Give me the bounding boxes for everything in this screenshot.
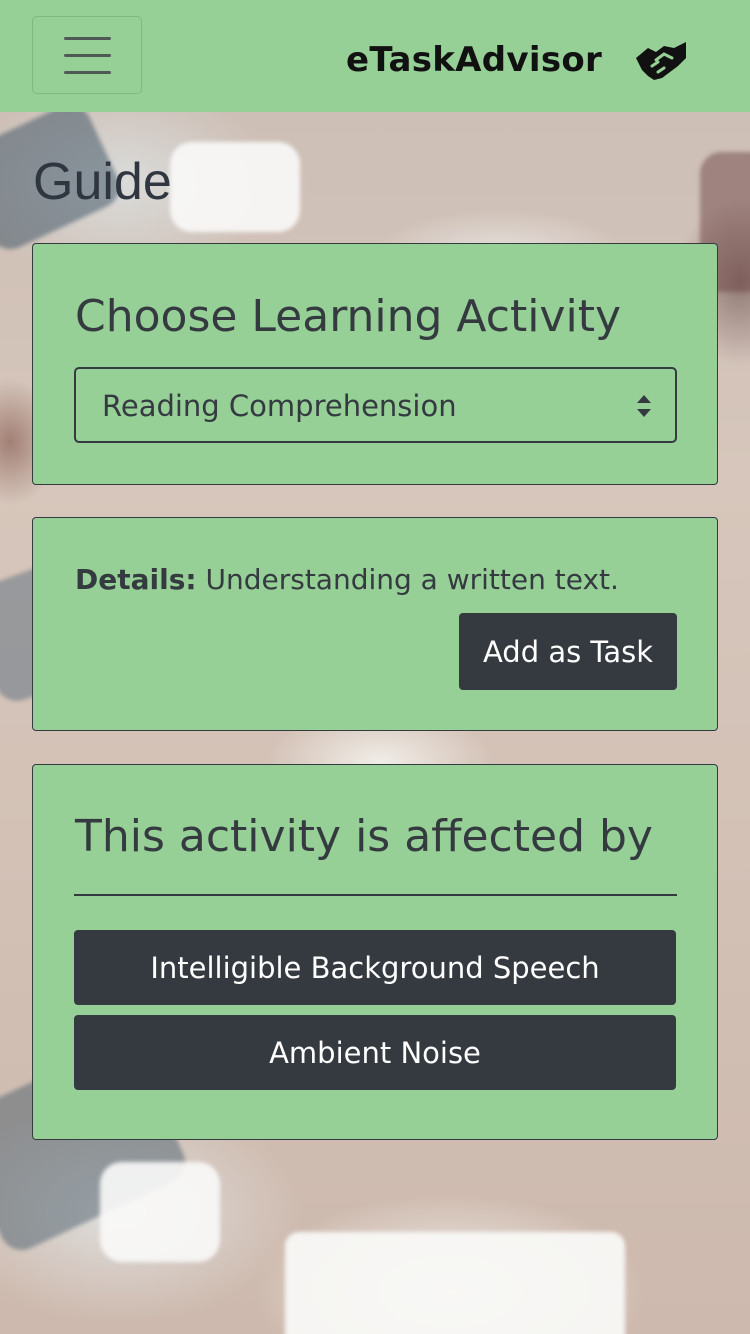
menu-toggle-button[interactable] — [32, 16, 142, 94]
activity-select-value: Reading Comprehension — [102, 389, 457, 423]
page-title: Guide — [33, 153, 172, 211]
affecting-factors-card: This activity is affected by Intelligibl… — [32, 764, 718, 1140]
hamburger-menu-icon — [64, 37, 111, 40]
brand-link[interactable]: eTaskAdvisor — [346, 36, 602, 84]
affecting-factors-heading: This activity is affected by — [75, 811, 653, 862]
details-label: Details: — [75, 563, 197, 596]
factor-button-ambient-noise[interactable]: Ambient Noise — [74, 1015, 676, 1090]
choose-activity-card: Choose Learning Activity Reading Compreh… — [32, 243, 718, 485]
hamburger-menu-icon-line — [64, 54, 111, 57]
choose-activity-heading: Choose Learning Activity — [75, 291, 621, 342]
activity-details: Details: Understanding a written text. — [75, 561, 619, 599]
details-card: Details: Understanding a written text. A… — [32, 517, 718, 731]
select-arrows-icon — [637, 395, 651, 417]
details-text: Understanding a written text. — [196, 563, 619, 596]
factor-button-intelligible-background-speech[interactable]: Intelligible Background Speech — [74, 930, 676, 1005]
divider — [74, 894, 677, 896]
top-navbar: eTaskAdvisor — [0, 0, 750, 112]
activity-select[interactable]: Reading Comprehension — [74, 367, 677, 443]
handshake-icon — [636, 42, 686, 80]
add-as-task-button[interactable]: Add as Task — [459, 613, 677, 690]
hamburger-menu-icon-line — [64, 71, 111, 74]
